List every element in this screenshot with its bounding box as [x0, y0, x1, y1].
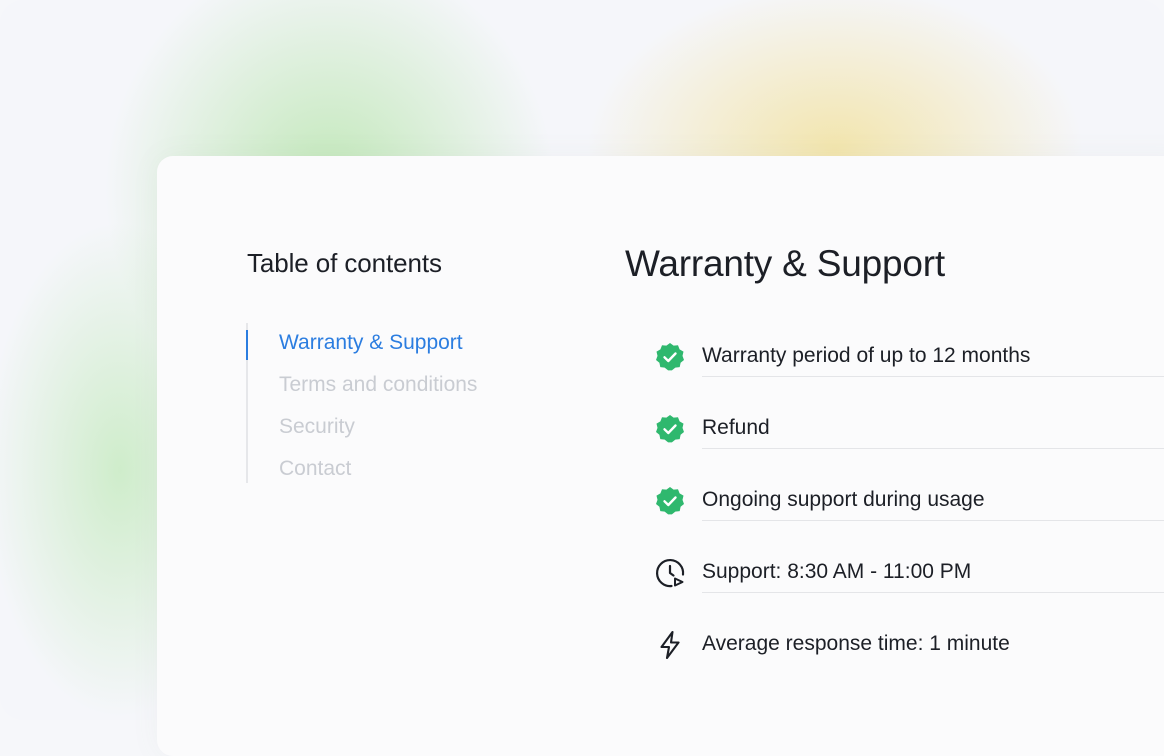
verified-check-icon: [653, 484, 687, 518]
verified-check-icon: [653, 412, 687, 446]
feature-label: Support: 8:30 AM - 11:00 PM: [702, 560, 972, 583]
toc-active-indicator: [246, 330, 248, 360]
divider: [702, 520, 1164, 521]
toc-title: Table of contents: [247, 248, 442, 278]
feature-label: Refund: [702, 416, 770, 439]
lightning-icon: [653, 628, 687, 662]
feature-label: Warranty period of up to 12 months: [702, 344, 1031, 367]
toc-item-terms-and-conditions[interactable]: Terms and conditions: [279, 373, 477, 397]
divider: [702, 592, 1164, 593]
feature-item: Average response time: 1 minute: [653, 628, 1164, 700]
feature-item: Warranty period of up to 12 months: [653, 340, 1164, 412]
feature-item: Refund: [653, 412, 1164, 484]
verified-check-icon: [653, 340, 687, 374]
toc-item-contact[interactable]: Contact: [279, 457, 351, 481]
divider: [702, 376, 1164, 377]
feature-item: Ongoing support during usage: [653, 484, 1164, 556]
feature-label: Ongoing support during usage: [702, 488, 985, 511]
table-of-contents: Warranty & Support Terms and conditions …: [246, 323, 546, 483]
toc-item-security[interactable]: Security: [279, 415, 355, 439]
divider: [702, 448, 1164, 449]
feature-label: Average response time: 1 minute: [702, 632, 1010, 655]
section-title: Warranty & Support: [625, 243, 945, 284]
feature-item: Support: 8:30 AM - 11:00 PM: [653, 556, 1164, 628]
toc-item-warranty-support[interactable]: Warranty & Support: [279, 331, 463, 355]
clock-icon: [653, 556, 687, 590]
